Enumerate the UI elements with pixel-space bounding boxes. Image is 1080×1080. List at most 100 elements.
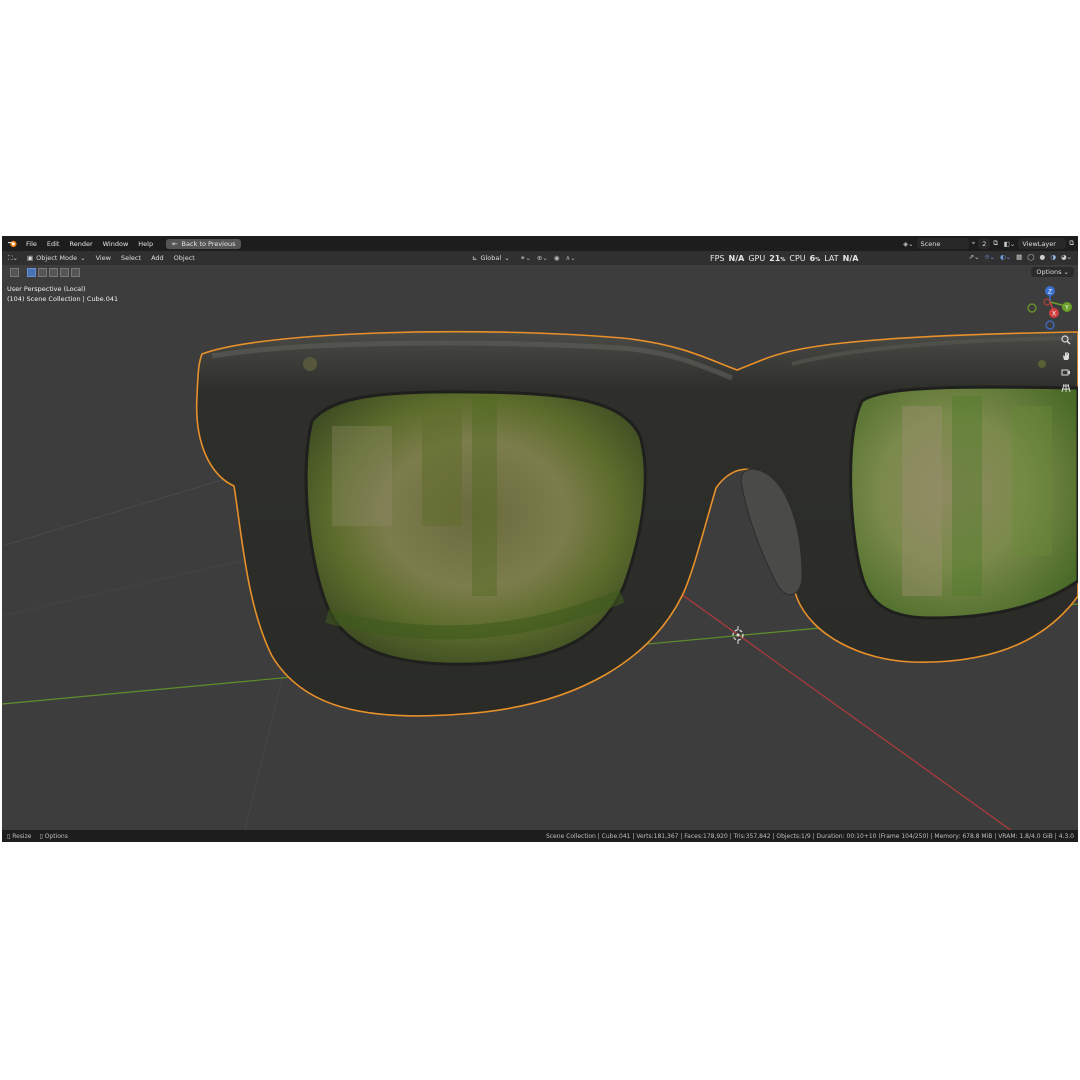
gpu-label: GPU xyxy=(748,253,766,263)
hand-pan-icon[interactable] xyxy=(1060,350,1072,362)
orientation-label: Global xyxy=(480,254,502,262)
mode-label: Object Mode xyxy=(36,254,78,262)
rivet-dot xyxy=(303,357,317,371)
select-box-mode-intersect[interactable] xyxy=(71,267,80,277)
shading-rendered-icon[interactable]: ◕⌄ xyxy=(1061,253,1072,264)
menu-add[interactable]: Add xyxy=(146,254,169,262)
select-box-mode-extend[interactable] xyxy=(38,267,47,277)
gizmo-neg-y[interactable] xyxy=(1027,303,1037,313)
tool-row xyxy=(2,265,1078,279)
shading-solid-icon[interactable]: ● xyxy=(1040,253,1046,264)
perspective-label: User Perspective (Local) xyxy=(7,285,86,293)
scene-statistics: Scene Collection | Cube.041 | Verts:181,… xyxy=(545,832,1074,840)
menu-select[interactable]: Select xyxy=(116,254,146,262)
grid-icon[interactable] xyxy=(1060,382,1072,394)
copy-scene-icon[interactable]: ⧉ xyxy=(993,239,998,248)
gizmo-x-label: X xyxy=(1052,311,1056,318)
fps-value: N/A xyxy=(728,253,745,263)
menu-file[interactable]: File xyxy=(21,240,42,248)
lat-value: N/A xyxy=(842,253,859,263)
zoom-icon[interactable] xyxy=(1060,334,1072,346)
gpu-value: 21 xyxy=(769,253,781,263)
lens-reflection xyxy=(472,396,497,596)
copy-view-layer-icon[interactable]: ⧉ xyxy=(1069,239,1074,248)
lens-reflection xyxy=(902,406,942,596)
view-layer-selector: ◧⌄ ViewLayer ⧉ xyxy=(1004,238,1074,249)
gizmo-y-label: Y xyxy=(1064,305,1069,312)
back-to-previous-button[interactable]: ⇤ Back to Previous xyxy=(166,238,242,249)
scene-name: Scene xyxy=(920,239,941,248)
blender-window: Z Y X File Edit Render Window Help ⇤ Bac… xyxy=(2,236,1078,842)
view-layer-icon[interactable]: ◧⌄ xyxy=(1004,240,1016,248)
gizmo-z-label: Z xyxy=(1048,289,1052,296)
viewport-info: User Perspective (Local) (104) Scene Col… xyxy=(7,284,118,304)
select-box-mode-new[interactable] xyxy=(27,267,36,277)
scene-selector: ◈⌄ Scene ⌖ 2 ⧉ xyxy=(903,238,998,249)
blender-logo-icon[interactable] xyxy=(7,239,17,249)
options-hint: ▯ Options xyxy=(39,832,68,840)
editor-type-icon[interactable]: ⛶⌄ xyxy=(2,254,22,263)
options-hint-label: Options xyxy=(44,832,68,840)
gizmo-neg-z[interactable] xyxy=(1045,320,1055,330)
select-box-mode-invert[interactable] xyxy=(60,267,69,277)
falloff-icon[interactable]: ∧⌄ xyxy=(565,254,575,262)
pivot-icon[interactable]: ⚭⌄ xyxy=(520,254,531,262)
status-bar: ▯ Resize ▯ Options Scene Collection | Cu… xyxy=(2,830,1078,842)
scene-name-field[interactable]: Scene xyxy=(916,238,969,249)
visibility-icon[interactable]: ⇗⌄ xyxy=(969,253,980,264)
menu-help[interactable]: Help xyxy=(133,240,158,248)
top-menu-bar: File Edit Render Window Help ⇤ Back to P… xyxy=(2,236,1078,251)
chevron-down-icon: ⌄ xyxy=(504,254,510,262)
options-dropdown[interactable]: Options ⌄ xyxy=(1031,267,1074,277)
menu-edit[interactable]: Edit xyxy=(42,240,65,248)
shading-material-icon[interactable]: ◑ xyxy=(1050,253,1056,264)
menu-view[interactable]: View xyxy=(91,254,116,262)
proportional-edit-icon[interactable]: ◉ xyxy=(554,254,560,262)
shading-wireframe-icon[interactable]: ◯ xyxy=(1027,253,1034,264)
scene-icon[interactable]: ◈⌄ xyxy=(903,240,913,248)
view-layer-name: ViewLayer xyxy=(1022,239,1056,248)
back-to-previous-label: Back to Previous xyxy=(181,239,236,248)
orientation-icon: ⊾ xyxy=(472,254,478,262)
scene-count: 2 xyxy=(982,239,987,248)
back-arrow-icon: ⇤ xyxy=(172,239,178,248)
transform-orientation-dropdown[interactable]: ⊾ Global ⌄ xyxy=(472,254,510,262)
lens-reflection xyxy=(1012,406,1052,556)
mode-dropdown[interactable]: ▣ Object Mode ⌄ xyxy=(22,254,91,262)
cursor-tool-icon[interactable] xyxy=(10,267,19,277)
camera-icon[interactable] xyxy=(1060,366,1072,378)
select-box-mode-subtract[interactable] xyxy=(49,267,58,277)
navigation-gizmo[interactable]: Z Y X xyxy=(1027,286,1072,330)
menu-object[interactable]: Object xyxy=(169,254,200,262)
resize-hint: ▯ Resize xyxy=(7,832,32,840)
scene-users-count[interactable]: 2 xyxy=(978,238,991,249)
lens-reflection xyxy=(952,396,982,596)
performance-overlay: FPS N/A GPU 21% CPU 6% LAT N/A xyxy=(710,253,859,263)
viewport-header: ⛶⌄ ▣ Object Mode ⌄ View Select Add Objec… xyxy=(2,251,1078,265)
grid-line xyxy=(2,555,263,617)
rivet-dot xyxy=(1038,360,1046,368)
lat-label: LAT xyxy=(824,253,839,263)
gizmo-neg-x[interactable] xyxy=(1043,298,1051,306)
viewport-shading-controls: ⇗⌄ ⯐⌄ ◐⌄ ▦ ◯ ● ◑ ◕⌄ xyxy=(969,253,1072,264)
view-layer-field[interactable]: ViewLayer xyxy=(1018,238,1067,249)
lens-reflection xyxy=(422,406,462,526)
pin-icon[interactable]: ⌖ xyxy=(972,239,976,248)
overlay-toggle-icon[interactable]: ◐⌄ xyxy=(1000,253,1011,264)
menu-window[interactable]: Window xyxy=(98,240,134,248)
cpu-label: CPU xyxy=(789,253,806,263)
snapping-controls: ⚭⌄ ⊕⌄ ◉ ∧⌄ xyxy=(520,254,576,262)
fps-label: FPS xyxy=(710,253,725,263)
collection-label: (104) Scene Collection | Cube.041 xyxy=(7,295,119,303)
menu-render[interactable]: Render xyxy=(64,240,97,248)
object-mode-icon: ▣ xyxy=(27,254,34,262)
snap-icon[interactable]: ⊕⌄ xyxy=(537,254,548,262)
3d-viewport[interactable]: Z Y X xyxy=(2,236,1078,842)
gizmo-toggle-icon[interactable]: ⯐⌄ xyxy=(985,253,995,264)
options-label: Options xyxy=(1036,268,1062,276)
lens-reflection xyxy=(332,426,392,526)
resize-label: Resize xyxy=(12,832,32,840)
xray-icon[interactable]: ▦ xyxy=(1016,253,1022,264)
navigation-controls xyxy=(1060,334,1072,394)
chevron-down-icon: ⌄ xyxy=(80,254,86,262)
